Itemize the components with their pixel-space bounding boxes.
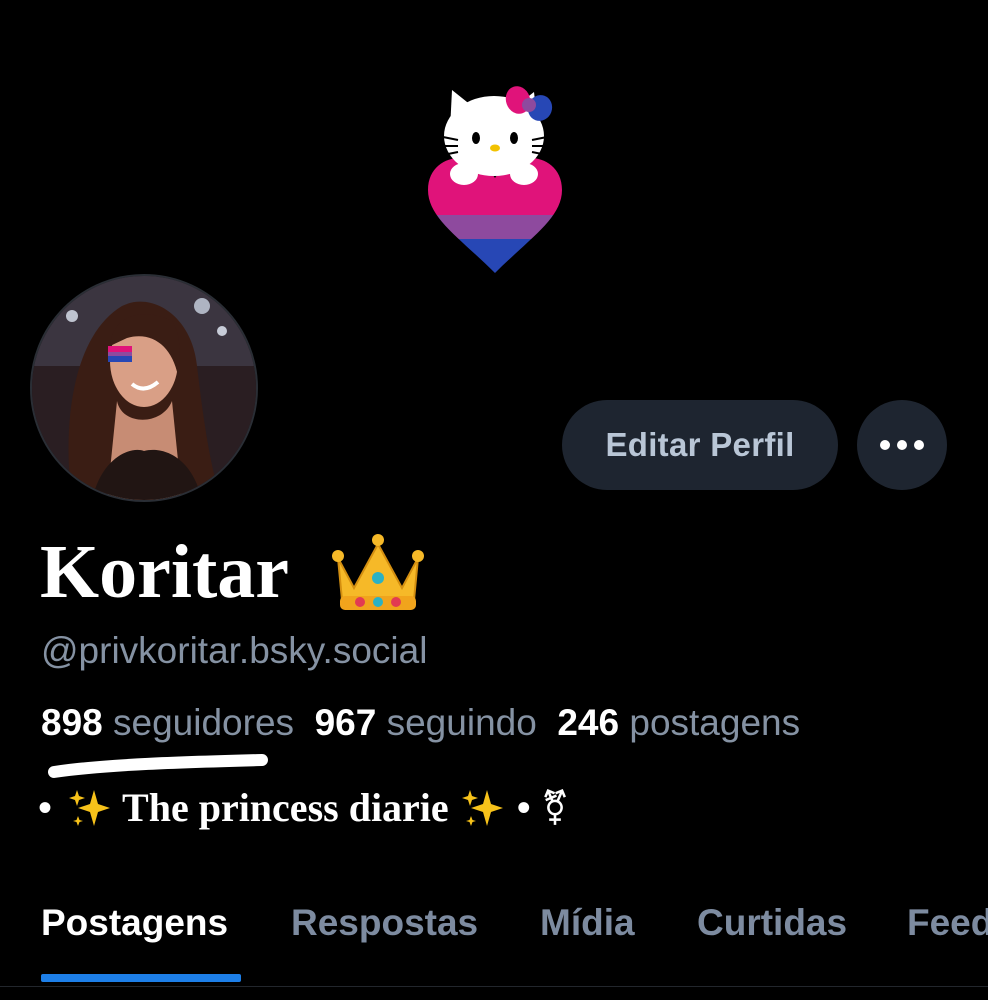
crown-emoji-icon	[332, 534, 424, 610]
more-dots-icon	[880, 440, 890, 450]
posts-stat: 246 postagens	[557, 702, 800, 743]
tab-respostas[interactable]: Respostas	[291, 902, 478, 944]
followers-stat[interactable]: 898 seguidores	[41, 702, 294, 743]
following-label: seguindo	[386, 702, 537, 743]
bio-bullet: •	[516, 785, 531, 830]
hello-kitty-bi-heart-icon	[428, 86, 562, 273]
handdrawn-underline	[48, 754, 268, 778]
profile-stats: 898 seguidores 967 seguindo 246 postagen…	[41, 702, 800, 744]
profile-tabs: Postagens Respostas Mídia Curtidas Feeds	[0, 890, 988, 987]
sparkles-emoji-icon	[461, 789, 503, 826]
profile-bio: • The princess diarie • ⚧	[38, 784, 569, 831]
transgender-symbol-icon: ⚧	[540, 787, 570, 828]
more-dots-icon	[897, 440, 907, 450]
tab-postagens[interactable]: Postagens	[41, 902, 228, 944]
tab-feeds[interactable]: Feeds	[907, 902, 988, 944]
avatar-image	[32, 276, 256, 500]
active-tab-indicator	[41, 974, 241, 982]
following-stat[interactable]: 967 seguindo	[315, 702, 537, 743]
sparkles-emoji-icon	[69, 789, 111, 826]
posts-label: postagens	[629, 702, 801, 743]
bio-text: The princess diarie	[122, 785, 449, 830]
display-name: Koritar	[40, 530, 290, 614]
followers-count: 898	[41, 702, 103, 743]
avatar[interactable]	[30, 274, 258, 502]
following-count: 967	[314, 702, 377, 743]
edit-profile-button[interactable]: Editar Perfil	[562, 400, 838, 490]
posts-count: 246	[557, 702, 620, 743]
profile-handle: @privkoritar.bsky.social	[41, 630, 428, 671]
tab-curtidas[interactable]: Curtidas	[697, 902, 847, 944]
followers-label: seguidores	[113, 702, 295, 743]
more-dots-icon	[914, 440, 924, 450]
more-options-button[interactable]	[857, 400, 947, 490]
bio-bullet: •	[38, 785, 53, 830]
tab-midia[interactable]: Mídia	[540, 902, 635, 944]
